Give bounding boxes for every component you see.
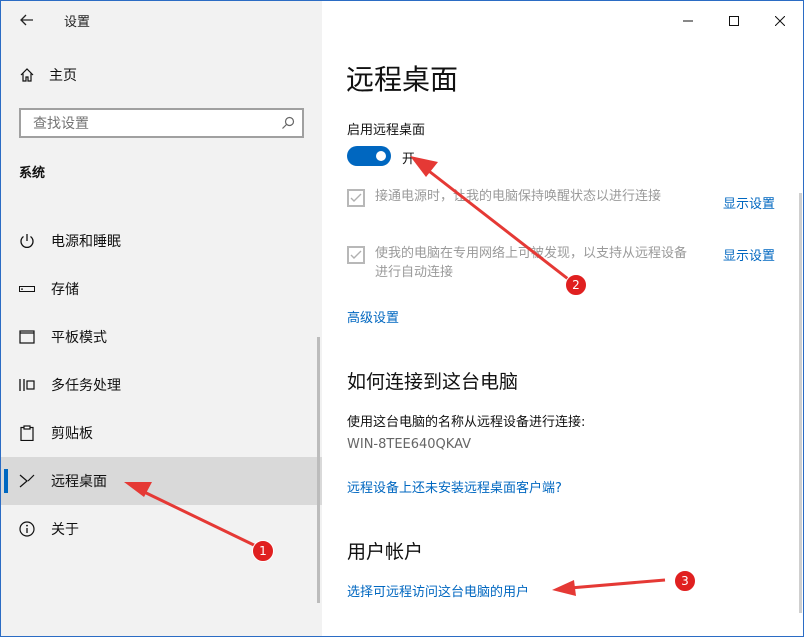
sidebar-item-storage[interactable]: 存储 <box>1 265 322 313</box>
enable-remote-desktop-label: 启用远程桌面 <box>347 123 426 138</box>
storage-icon <box>19 281 35 297</box>
section-label: 系统 <box>19 166 46 181</box>
back-button[interactable] <box>15 9 39 31</box>
annotation-badge-2: 2 <box>565 274 587 296</box>
info-icon <box>19 521 35 537</box>
show-settings-link-2[interactable]: 显示设置 <box>723 245 775 264</box>
sidebar-scrollbar[interactable] <box>317 337 320 603</box>
no-client-link[interactable]: 远程设备上还未安装远程桌面客户端? <box>347 477 562 496</box>
search-box[interactable] <box>19 108 304 138</box>
sidebar-item-label: 存储 <box>51 282 79 298</box>
show-settings-link-1[interactable]: 显示设置 <box>723 193 775 212</box>
maximize-icon <box>729 16 739 26</box>
home-icon <box>20 68 34 82</box>
maximize-button[interactable] <box>714 10 754 32</box>
sidebar-item-clipboard[interactable]: 剪贴板 <box>1 409 322 457</box>
selection-indicator <box>4 469 8 493</box>
search-icon <box>282 116 295 129</box>
back-arrow-icon <box>20 14 33 26</box>
toggle-knob <box>376 151 386 161</box>
sidebar-item-label: 电源和睡眠 <box>51 234 121 250</box>
content-scrollbar[interactable] <box>799 193 802 613</box>
sidebar-item-multitasking[interactable]: 多任务处理 <box>1 361 322 409</box>
main-content: 远程桌面 启用远程桌面 开 接通电源时，让我的电脑保持唤醒状态以进行连接 显示设… <box>322 1 803 636</box>
sidebar-item-remote-desktop[interactable]: 远程桌面 <box>1 457 322 505</box>
remote-desktop-icon <box>19 473 35 489</box>
enable-remote-desktop-toggle[interactable] <box>347 146 391 166</box>
advanced-settings-link[interactable]: 高级设置 <box>347 307 399 326</box>
select-users-link[interactable]: 选择可远程访问这台电脑的用户 <box>347 581 529 600</box>
page-title: 远程桌面 <box>346 63 459 96</box>
annotation-badge-3: 3 <box>674 570 696 592</box>
toggle-state-text: 开 <box>402 152 416 167</box>
checkmark-icon <box>350 250 362 259</box>
close-button[interactable] <box>760 10 800 32</box>
sidebar-item-label: 关于 <box>51 522 79 538</box>
how-to-connect-heading: 如何连接到这台电脑 <box>347 371 519 393</box>
tablet-icon <box>19 329 35 345</box>
discoverable-text-line2: 进行自动连接 <box>375 265 454 280</box>
keep-awake-text: 接通电源时，让我的电脑保持唤醒状态以进行连接 <box>375 189 662 204</box>
search-input[interactable] <box>31 115 275 133</box>
app-title: 设置 <box>64 15 91 30</box>
multitask-icon <box>19 377 35 393</box>
sidebar: 设置 主页 系统 电源和睡眠 存储 平板模式 多任务处理 剪 <box>1 1 322 636</box>
discoverable-checkbox[interactable] <box>347 246 365 264</box>
discoverable-text-line1: 使我的电脑在专用网络上可被发现，以支持从远程设备 <box>375 246 688 261</box>
home-label: 主页 <box>49 68 77 84</box>
sidebar-item-power-sleep[interactable]: 电源和睡眠 <box>1 217 322 265</box>
sidebar-item-label: 多任务处理 <box>51 378 121 394</box>
minimize-icon <box>683 20 693 22</box>
home-nav[interactable]: 主页 <box>19 65 77 85</box>
minimize-button[interactable] <box>668 10 708 32</box>
sidebar-item-label: 远程桌面 <box>51 474 107 490</box>
clipboard-icon <box>19 425 35 441</box>
sidebar-item-about[interactable]: 关于 <box>1 505 322 553</box>
pc-name: WIN-8TEE640QKAV <box>347 437 472 452</box>
sidebar-item-label: 平板模式 <box>51 330 107 346</box>
settings-window: 设置 主页 系统 电源和睡眠 存储 平板模式 多任务处理 剪 <box>0 0 804 637</box>
close-icon <box>775 16 785 26</box>
connect-description: 使用这台电脑的名称从远程设备进行连接: <box>347 415 586 430</box>
keep-awake-checkbox[interactable] <box>347 189 365 207</box>
annotation-badge-1: 1 <box>252 540 274 562</box>
sidebar-item-tablet-mode[interactable]: 平板模式 <box>1 313 322 361</box>
title-bar-left: 设置 <box>1 1 322 39</box>
sidebar-item-label: 剪贴板 <box>51 426 93 442</box>
checkmark-icon <box>350 193 362 202</box>
user-accounts-heading: 用户帐户 <box>347 541 424 563</box>
power-icon <box>19 233 35 249</box>
